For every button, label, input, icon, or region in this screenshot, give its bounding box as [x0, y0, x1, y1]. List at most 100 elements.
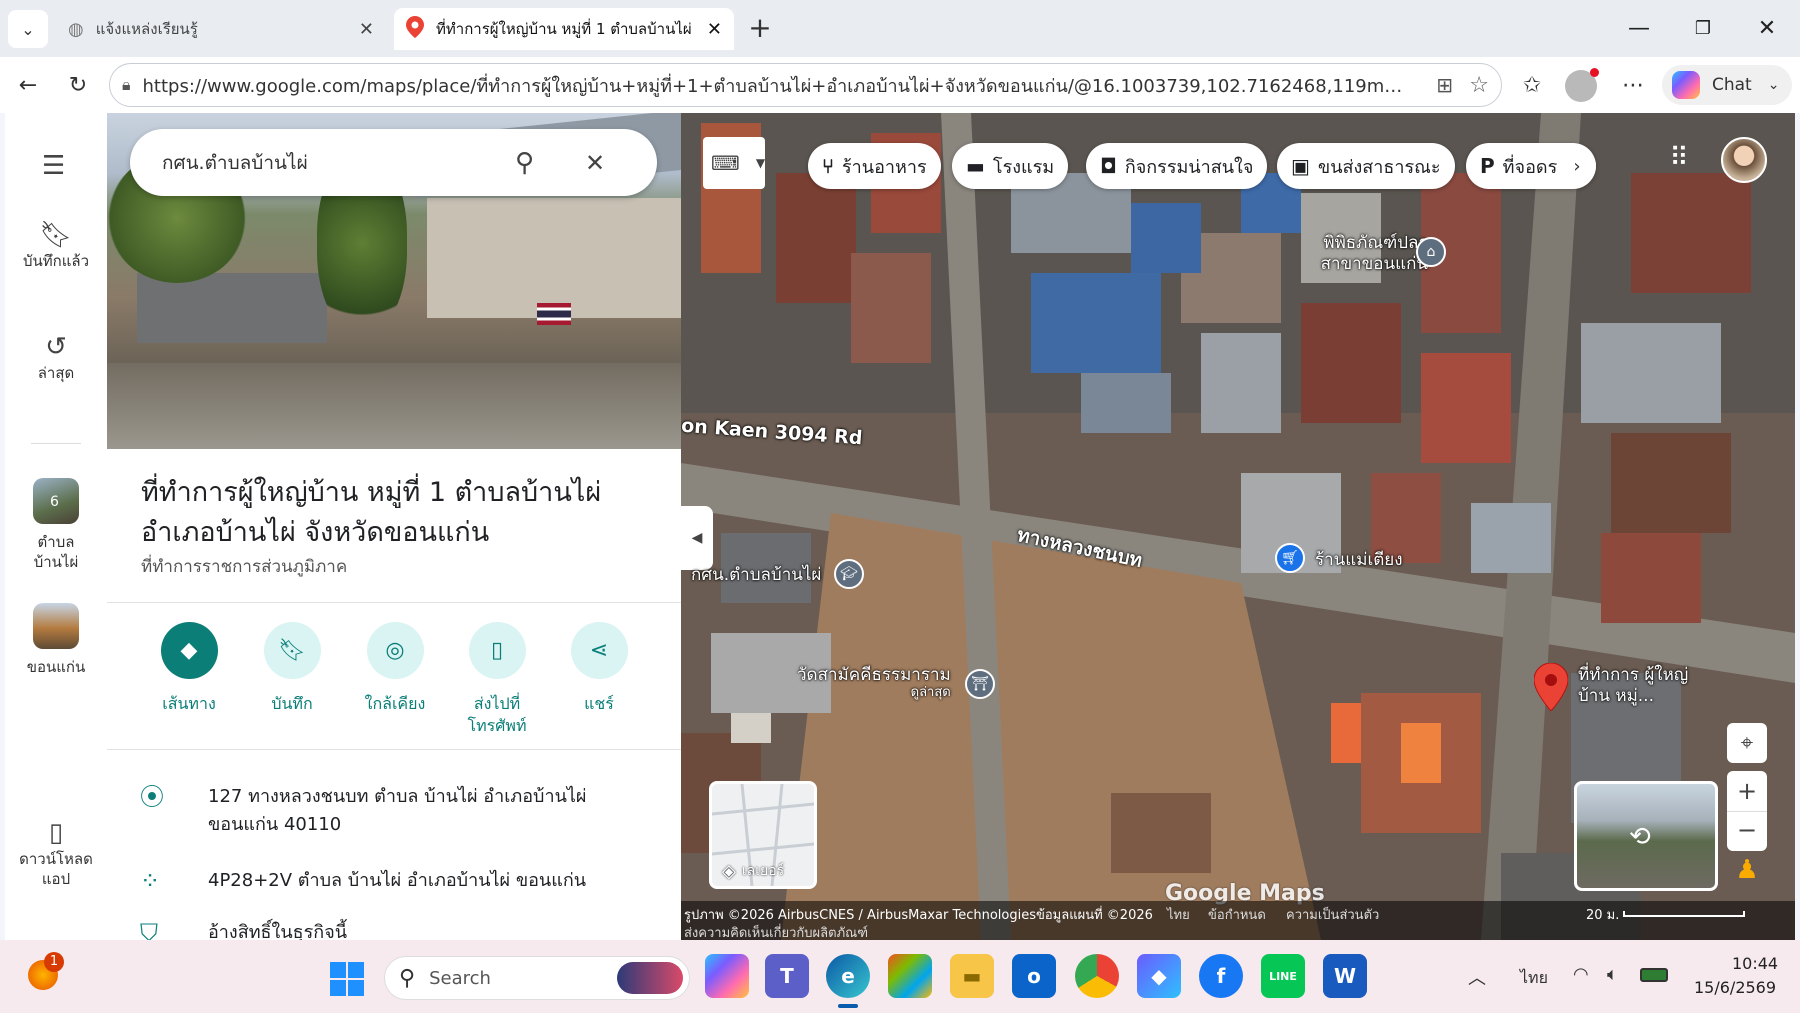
- new-tab-button[interactable]: +: [742, 12, 778, 46]
- selected-place-pin[interactable]: [1533, 662, 1569, 715]
- share-label: แชร์: [584, 694, 614, 713]
- rail-place-banphai[interactable]: 6 ตำบล บ้านไผ่: [5, 478, 107, 572]
- nearby-button[interactable]: ◎ ใกล้เคียง: [340, 622, 450, 715]
- place-count-badge: 6: [50, 494, 59, 510]
- apps-grid-icon[interactable]: ⠿: [1659, 143, 1699, 183]
- search-icon[interactable]: ⚲: [515, 148, 534, 178]
- place-thumbnail: 6: [33, 478, 79, 524]
- teams-icon[interactable]: T: [765, 954, 809, 998]
- place-category[interactable]: ที่ทำการราชการส่วนภูมิภาค: [141, 553, 347, 580]
- chip-transit[interactable]: ▣ ขนส่งสาธารณะ: [1277, 143, 1455, 189]
- pegman-icon[interactable]: ♟: [1731, 855, 1763, 887]
- send-to-phone-button[interactable]: ▯ ส่งไปที่ โทรศัพท์: [442, 622, 552, 737]
- copilot-app-icon[interactable]: [705, 954, 749, 998]
- save-button[interactable]: 🔖︎ บันทึก: [237, 622, 347, 715]
- favorite-star-icon[interactable]: ☆: [1469, 73, 1489, 98]
- school-label[interactable]: กศน.ตำบลบ้านไผ่: [691, 565, 821, 586]
- camera-icon: ◘: [1100, 154, 1117, 178]
- close-tab-icon[interactable]: ✕: [707, 19, 722, 40]
- scale-label[interactable]: 20 ม.: [1586, 904, 1619, 925]
- line-icon[interactable]: LINE: [1261, 954, 1305, 998]
- copilot-button[interactable]: Chat ⌄: [1662, 65, 1792, 105]
- temple-label[interactable]: วัดสามัคคีธรรมาราม ดูล่าสุด: [797, 665, 951, 700]
- close-window-button[interactable]: ✕: [1747, 10, 1787, 46]
- my-location-button[interactable]: ⌖: [1727, 723, 1767, 763]
- refresh-button[interactable]: ↻: [58, 65, 98, 105]
- profile-dot: [1590, 68, 1599, 77]
- word-icon[interactable]: W: [1323, 954, 1367, 998]
- satellite-map[interactable]: ⌨ ▼ ⑂ ร้านอาหาร ▬ โรงแรม ◘ กิจกรรมน่าสนใจ ▣…: [681, 113, 1795, 940]
- tab-list-button[interactable]: ⌄: [8, 10, 48, 48]
- museum-icon[interactable]: ⌂: [1416, 237, 1446, 267]
- tab-2[interactable]: ที่ทำการผู้ใหญ่บ้าน หมู่ที่ 1 ตำบลบ้านไผ…: [394, 8, 734, 50]
- app-available-icon[interactable]: ⊞: [1436, 73, 1453, 97]
- chip-label: กิจกรรมน่าสนใจ: [1124, 156, 1254, 178]
- clock-date[interactable]: 15/6/2569: [1694, 978, 1776, 997]
- zoom-in-button[interactable]: +: [1727, 771, 1767, 811]
- language-link[interactable]: ไทย: [1167, 904, 1190, 925]
- file-explorer-icon[interactable]: ▬: [950, 954, 994, 998]
- send-to-phone-label: ส่งไปที่ โทรศัพท์: [467, 694, 527, 735]
- selected-place-label-text: ที่ทำการ ผู้ใหญ่บ้าน หมู่...: [1578, 665, 1689, 706]
- rail-place-khonkaen[interactable]: ขอนแก่น: [5, 603, 107, 677]
- layers-button[interactable]: ◈ เลเยอร์: [709, 781, 817, 889]
- feedback-link[interactable]: ส่งความคิดเห็นเกี่ยวกับผลิตภัณฑ์: [684, 922, 868, 940]
- minimize-button[interactable]: —: [1619, 10, 1659, 46]
- volume-icon[interactable]: 🔈︎: [1607, 964, 1618, 985]
- rail-saved[interactable]: 🔖︎ บันทึกแล้ว: [5, 222, 107, 271]
- store-icon[interactable]: [888, 954, 932, 998]
- show-hidden-icons[interactable]: ︿: [1468, 964, 1486, 990]
- plus-code-text: 4P28+2V ตำบล บ้านไผ่ อำเภอบ้านไผ่ ขอนแก่…: [208, 870, 587, 891]
- more-menu-icon[interactable]: ⋯: [1613, 65, 1653, 105]
- keyboard-shortcuts-button[interactable]: ⌨ ▼: [703, 137, 765, 189]
- restore-button[interactable]: ❐: [1683, 10, 1723, 46]
- temple-icon[interactable]: ⛩︎: [965, 669, 995, 699]
- rail-recent[interactable]: ↺ ล่าสุด: [5, 334, 107, 383]
- shop-label[interactable]: ร้านแม่เตียง: [1315, 550, 1403, 571]
- shop-icon[interactable]: 🛒︎: [1275, 543, 1305, 573]
- street-view-thumbnail[interactable]: ⟲: [1574, 781, 1718, 891]
- chrome-icon[interactable]: [1075, 954, 1119, 998]
- menu-icon[interactable]: ☰: [42, 151, 70, 181]
- share-button[interactable]: ⋖ แชร์: [544, 622, 654, 715]
- copilot-m365-icon[interactable]: ◆: [1137, 954, 1181, 998]
- facebook-icon[interactable]: f: [1199, 954, 1243, 998]
- url-text: https://www.google.com/maps/place/ที่ทำก…: [142, 75, 1403, 97]
- input-language[interactable]: ไทย: [1520, 966, 1548, 991]
- school-icon[interactable]: 🎓︎: [834, 559, 864, 589]
- privacy-link[interactable]: ความเป็นส่วนตัว: [1286, 904, 1379, 925]
- museum-label[interactable]: พิพิธภัณฑ์ปลา สาขาขอนแก่น: [1300, 233, 1428, 275]
- chip-hotels[interactable]: ▬ โรงแรม: [952, 143, 1069, 189]
- rail-download-app[interactable]: ▯ ดาวน์โหลด แอป: [5, 820, 107, 889]
- chips-next-button[interactable]: ›: [1558, 147, 1596, 185]
- account-avatar[interactable]: [1721, 137, 1767, 183]
- chip-things-to-do[interactable]: ◘ กิจกรรมน่าสนใจ: [1086, 143, 1268, 189]
- outlook-icon[interactable]: o: [1012, 954, 1056, 998]
- edge-icon[interactable]: e: [826, 954, 870, 998]
- profile-avatar[interactable]: [1565, 68, 1599, 102]
- battery-icon[interactable]: [1640, 968, 1668, 982]
- layers-label: เลเยอร์: [741, 863, 785, 879]
- clear-search-icon[interactable]: ✕: [585, 149, 605, 177]
- globe-icon: ◍: [68, 18, 84, 40]
- chip-restaurants[interactable]: ⑂ ร้านอาหาร: [808, 143, 941, 189]
- address-bar[interactable]: 🔒︎ https://www.google.com/maps/place/ที่…: [109, 63, 1502, 107]
- favorites-icon[interactable]: ✩: [1512, 65, 1552, 105]
- taskbar-search[interactable]: ⚲ Search: [384, 956, 690, 1000]
- back-button[interactable]: ←: [8, 65, 48, 105]
- terms-link[interactable]: ข้อกำหนด: [1208, 904, 1266, 925]
- clock-time[interactable]: 10:44: [1732, 954, 1778, 973]
- tab-1[interactable]: ◍ แจ้งแหล่งเรียนรู้ ✕: [58, 8, 388, 50]
- selected-place-label[interactable]: ที่ทำการ ผู้ใหญ่บ้าน หมู่...: [1578, 665, 1704, 707]
- directions-button[interactable]: ◆ เส้นทาง: [134, 622, 244, 715]
- start-button[interactable]: [330, 962, 364, 996]
- collapse-panel-button[interactable]: ◀: [681, 506, 713, 570]
- search-box[interactable]: ⚲ ✕: [130, 129, 657, 196]
- search-input[interactable]: [162, 151, 512, 174]
- close-tab-icon[interactable]: ✕: [359, 19, 374, 40]
- keyboard-icon: ⌨: [711, 151, 740, 175]
- zoom-out-button[interactable]: −: [1727, 811, 1767, 851]
- wifi-icon[interactable]: ◠: [1573, 964, 1589, 985]
- rail-divider: [31, 443, 81, 444]
- rail-place2-label: ขอนแก่น: [26, 658, 86, 676]
